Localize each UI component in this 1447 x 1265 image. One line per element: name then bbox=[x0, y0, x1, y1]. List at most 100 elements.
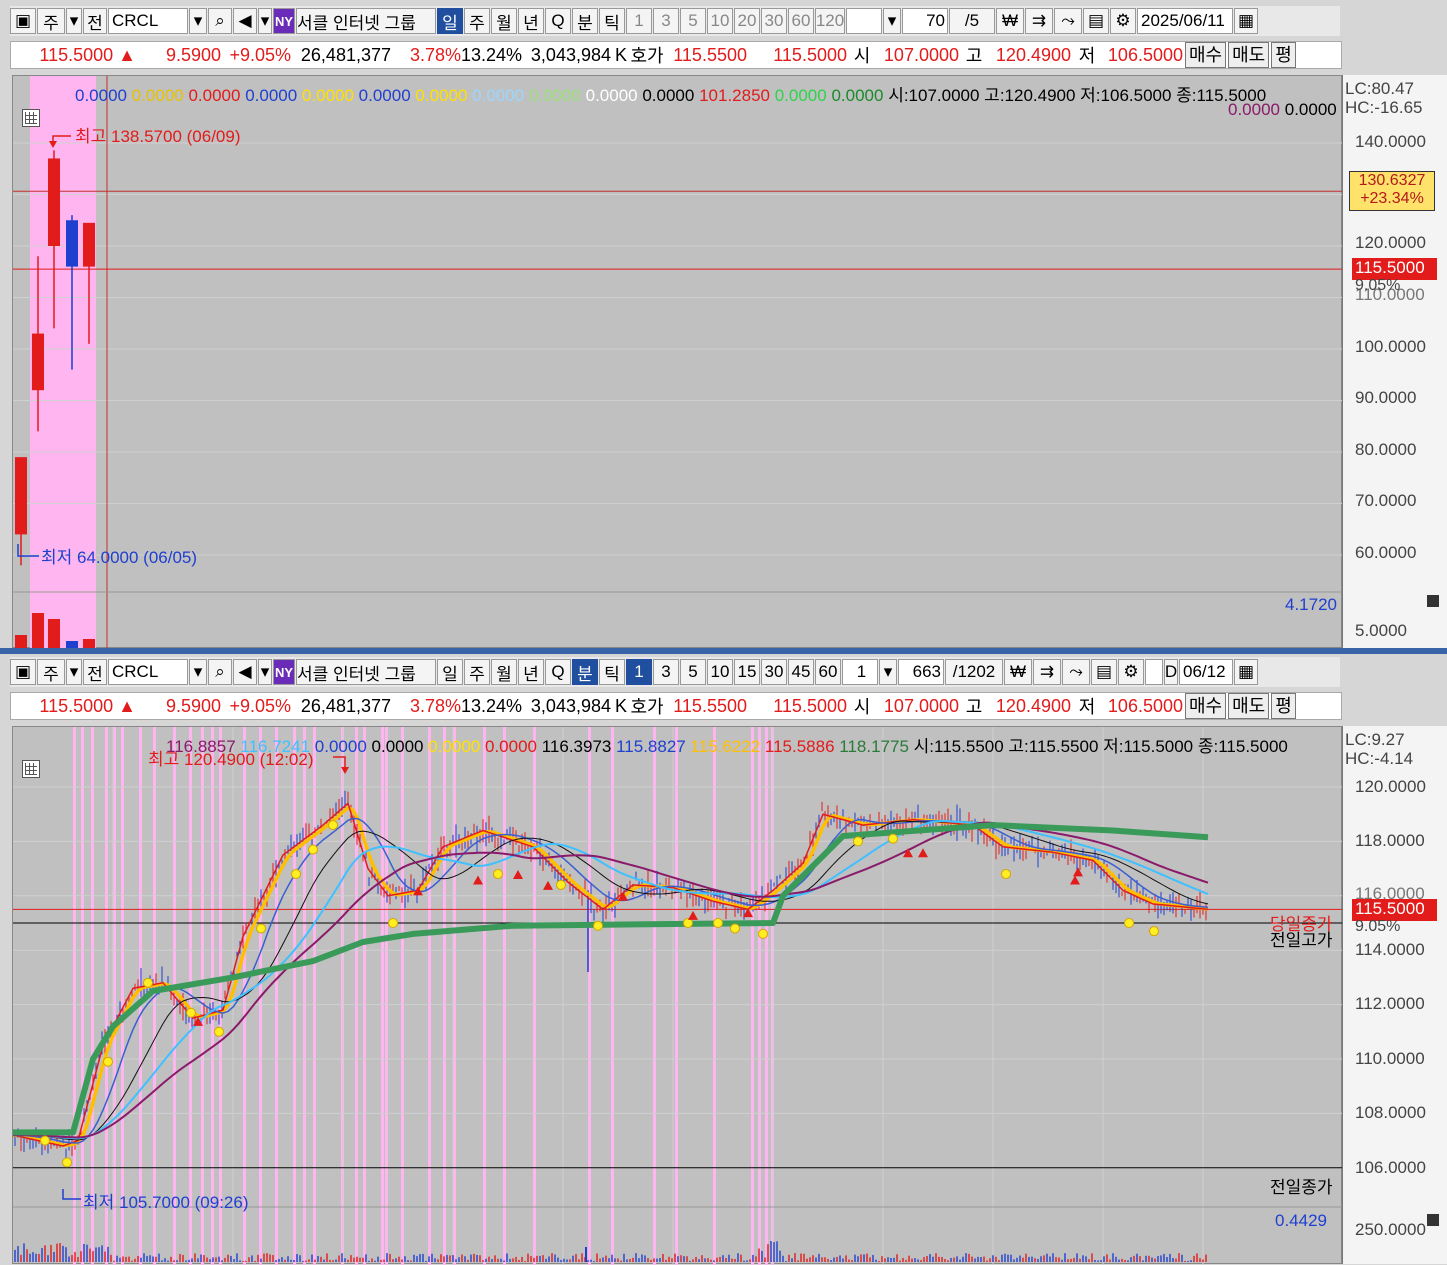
won-icon[interactable]: ₩ bbox=[1004, 659, 1032, 685]
pin-icon[interactable]: ⇉ bbox=[1025, 8, 1053, 34]
d-checkbox[interactable] bbox=[1145, 659, 1163, 685]
interval-button[interactable]: 120 bbox=[815, 8, 845, 34]
collapse-icon[interactable] bbox=[1427, 595, 1439, 607]
tab-weekly[interactable]: 주 bbox=[464, 659, 490, 685]
low-label: 저 bbox=[1078, 46, 1096, 66]
minute-price-axis[interactable]: LC:9.27 HC:-4.14 120.0000 118.0000 116.0… bbox=[1342, 726, 1447, 1264]
ratio-1: 3.78% bbox=[409, 695, 461, 716]
legend-value: 0.0000 bbox=[314, 737, 367, 756]
tab-tick[interactable]: 틱 bbox=[599, 8, 625, 34]
count-input[interactable]: 663 bbox=[898, 659, 944, 685]
legend-value: 0.0000 bbox=[415, 86, 468, 105]
chart-window-icon[interactable]: ▣ bbox=[10, 659, 36, 685]
tab-weekly[interactable]: 주 bbox=[464, 8, 490, 34]
search-icon[interactable]: ⌕ bbox=[208, 8, 232, 34]
chevron-down-icon[interactable]: ▾ bbox=[879, 659, 897, 685]
collapse-icon[interactable] bbox=[1427, 1214, 1439, 1226]
calendar-icon[interactable]: ▦ bbox=[1234, 8, 1258, 34]
interval-button[interactable]: 60 bbox=[788, 8, 814, 34]
pin-icon[interactable]: ⇉ bbox=[1033, 659, 1061, 685]
interval-button[interactable]: 1 bbox=[626, 659, 652, 685]
tab-daily[interactable]: 일 bbox=[437, 8, 463, 34]
calendar-icon[interactable]: ▦ bbox=[1234, 659, 1258, 685]
tab-yearly[interactable]: 년 bbox=[518, 659, 544, 685]
interval-button[interactable]: 60 bbox=[815, 659, 841, 685]
flat-button[interactable]: 평 bbox=[1271, 693, 1296, 719]
buy-button[interactable]: 매수 bbox=[1185, 42, 1227, 68]
date-input[interactable]: 06/12 bbox=[1179, 659, 1233, 685]
interval-button[interactable]: 3 bbox=[653, 8, 679, 34]
grid-icon[interactable] bbox=[22, 760, 40, 778]
won-icon[interactable]: ₩ bbox=[996, 8, 1024, 34]
interval-button[interactable]: 30 bbox=[761, 659, 787, 685]
flat-button[interactable]: 평 bbox=[1271, 42, 1296, 68]
chevron-down-icon[interactable]: ▾ bbox=[883, 8, 901, 34]
tab-minute[interactable]: 분 bbox=[572, 8, 598, 34]
speaker-icon[interactable]: ◀ bbox=[233, 8, 257, 34]
tab-monthly[interactable]: 월 bbox=[491, 8, 517, 34]
tab-quarter[interactable]: Q bbox=[545, 8, 571, 34]
interval-button[interactable]: 5 bbox=[680, 659, 706, 685]
interval-button[interactable]: 30 bbox=[761, 8, 787, 34]
tab-daily[interactable]: 일 bbox=[437, 659, 463, 685]
stock-type-button[interactable]: 주 bbox=[37, 8, 65, 34]
signal-star bbox=[186, 1007, 196, 1018]
sell-button[interactable]: 매도 bbox=[1228, 42, 1270, 68]
daily-price-axis[interactable]: LC:80.47 HC:-16.65 140.0000 120.0000 110… bbox=[1342, 75, 1447, 648]
chevron-down-icon[interactable]: ▾ bbox=[189, 8, 207, 34]
custom-interval-input[interactable] bbox=[846, 8, 882, 34]
daily-chart-area[interactable]: 0.0000 0.0000 0.0000 0.0000 0.0000 0.000… bbox=[12, 75, 1343, 649]
grid-icon[interactable] bbox=[22, 109, 40, 127]
session-band bbox=[401, 727, 404, 1265]
session-band bbox=[381, 727, 384, 1265]
legend-value: 118.1775 bbox=[839, 737, 909, 756]
interval-button[interactable]: 10 bbox=[707, 8, 733, 34]
date-input[interactable]: 2025/06/11 bbox=[1137, 8, 1233, 34]
search-icon[interactable]: ⌕ bbox=[208, 659, 232, 685]
minute-chart-area[interactable]: 116.8857 116.7241 0.0000 0.0000 0.0000 0… bbox=[12, 726, 1343, 1265]
chevron-down-icon[interactable]: ▾ bbox=[66, 659, 82, 685]
signal-star bbox=[308, 844, 318, 855]
count-input[interactable]: 70 bbox=[902, 8, 948, 34]
custom-interval-input[interactable]: 1 bbox=[842, 659, 878, 685]
speaker-icon[interactable]: ◀ bbox=[233, 659, 257, 685]
chart-window-icon[interactable]: ▣ bbox=[10, 8, 36, 34]
interval-button[interactable]: 15 bbox=[734, 659, 760, 685]
compare-icon[interactable]: ⤳ bbox=[1054, 8, 1082, 34]
interval-button[interactable]: 10 bbox=[707, 659, 733, 685]
prev-button[interactable]: 전 bbox=[83, 659, 107, 685]
prev-button[interactable]: 전 bbox=[83, 8, 107, 34]
tab-tick[interactable]: 틱 bbox=[599, 659, 625, 685]
stock-type-button[interactable]: 주 bbox=[37, 659, 65, 685]
chevron-down-icon[interactable]: ▾ bbox=[189, 659, 207, 685]
save-icon[interactable]: ▤ bbox=[1083, 8, 1109, 34]
gear-icon[interactable]: ⚙ bbox=[1118, 659, 1144, 685]
interval-button[interactable]: 20 bbox=[734, 8, 760, 34]
sell-button[interactable]: 매도 bbox=[1228, 693, 1270, 719]
chevron-down-icon[interactable]: ▾ bbox=[66, 8, 82, 34]
buy-button[interactable]: 매수 bbox=[1185, 693, 1227, 719]
ohlc-text: 시:107.0000 고:120.4900 저:106.5000 종:115.5… bbox=[888, 86, 1267, 105]
hoga-label: 호가 bbox=[630, 46, 664, 66]
compare-icon[interactable]: ⤳ bbox=[1062, 659, 1090, 685]
tab-minute[interactable]: 분 bbox=[572, 659, 598, 685]
tab-monthly[interactable]: 월 bbox=[491, 659, 517, 685]
minute-legend: 116.8857 116.7241 0.0000 0.0000 0.0000 0… bbox=[166, 732, 1288, 757]
save-icon[interactable]: ▤ bbox=[1091, 659, 1117, 685]
chevron-down-icon[interactable]: ▾ bbox=[258, 659, 272, 685]
interval-button[interactable]: 1 bbox=[626, 8, 652, 34]
interval-button[interactable]: 45 bbox=[788, 659, 814, 685]
symbol-input[interactable]: CRCL bbox=[108, 659, 188, 685]
symbol-input[interactable]: CRCL bbox=[108, 8, 188, 34]
gear-icon[interactable]: ⚙ bbox=[1110, 8, 1136, 34]
signal-star bbox=[40, 1135, 50, 1146]
interval-button[interactable]: 5 bbox=[680, 8, 706, 34]
chevron-down-icon[interactable]: ▾ bbox=[258, 8, 272, 34]
legend-value: 0.0000 bbox=[528, 86, 581, 105]
tab-yearly[interactable]: 년 bbox=[518, 8, 544, 34]
ma-line-green bbox=[13, 822, 1209, 1136]
interval-button[interactable]: 3 bbox=[653, 659, 679, 685]
tab-quarter[interactable]: Q bbox=[545, 659, 571, 685]
session-band bbox=[611, 727, 614, 1265]
axis-tick: 118.0000 bbox=[1355, 831, 1425, 850]
